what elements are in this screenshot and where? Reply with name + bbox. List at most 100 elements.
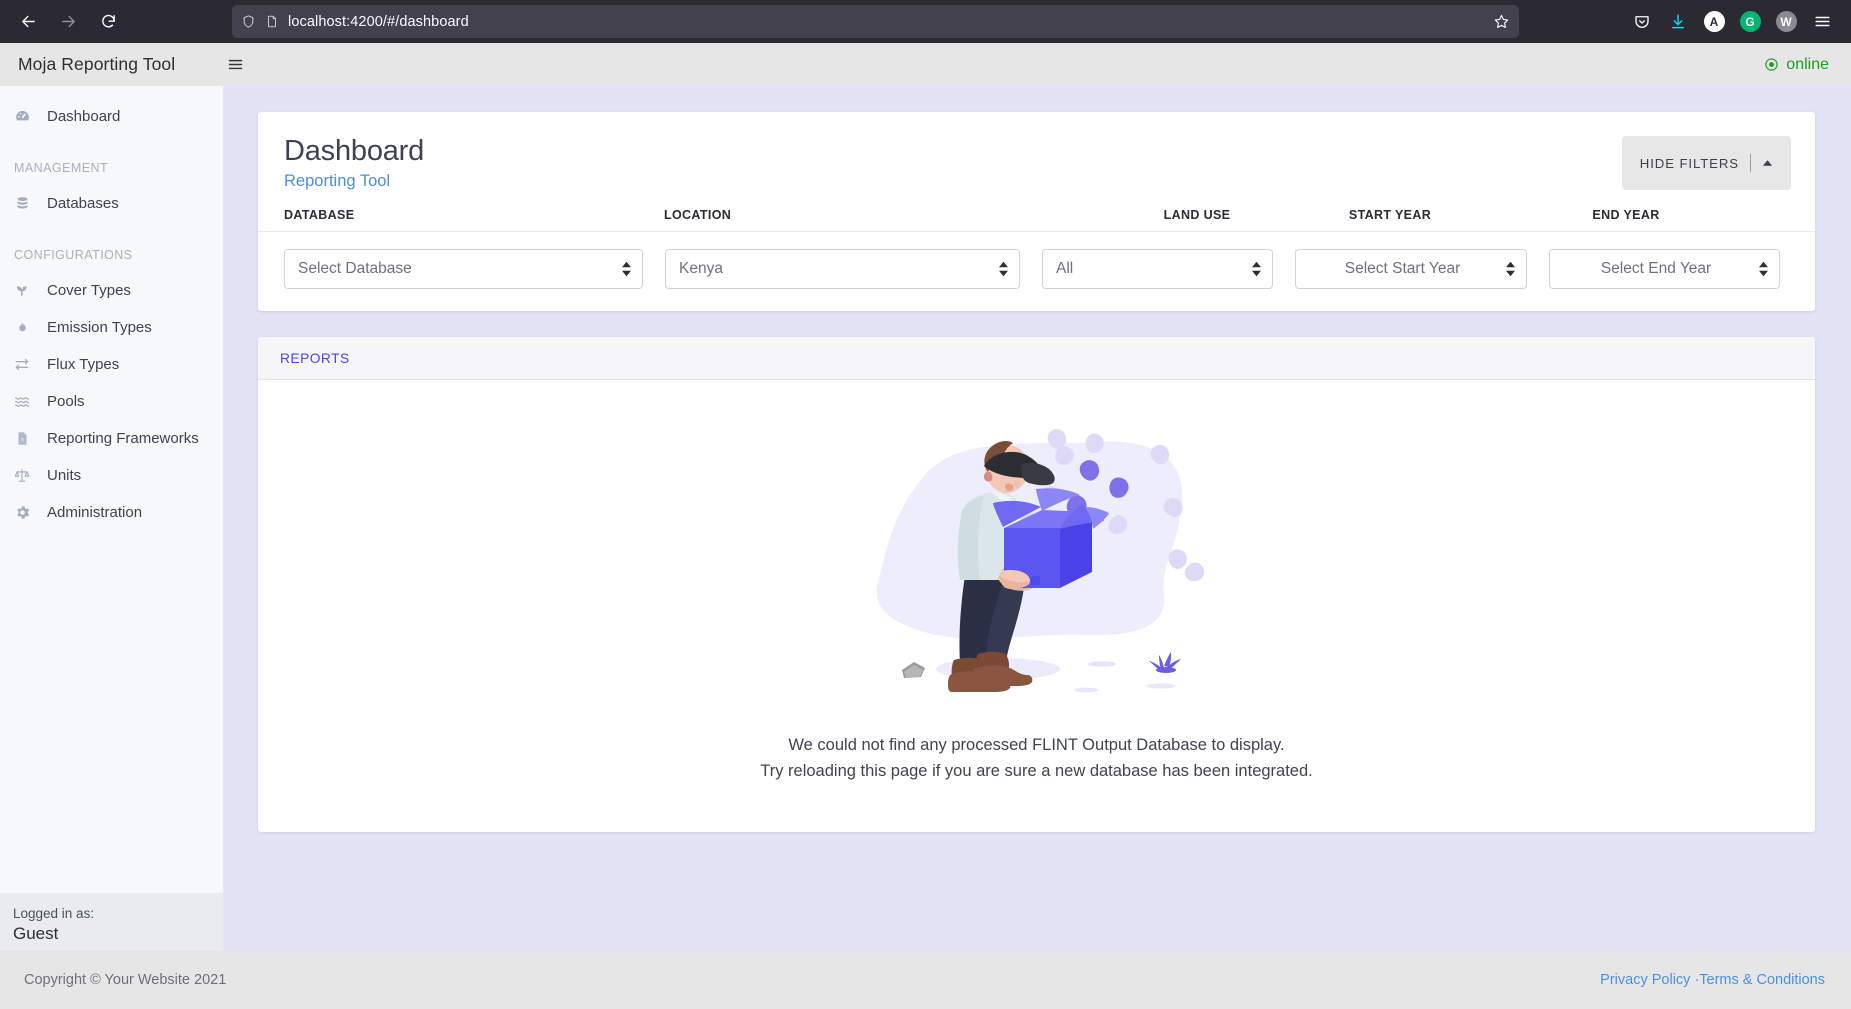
download-icon xyxy=(1669,13,1687,31)
page-footer: Copyright © Your Website 2021 Privacy Po… xyxy=(0,951,1851,1009)
sidebar-item-label: Cover Types xyxy=(47,282,131,299)
footer-link-separator: · xyxy=(1690,972,1700,988)
back-button[interactable] xyxy=(10,4,46,40)
sidebar-item-label: Pools xyxy=(47,393,85,410)
main-content: Dashboard Reporting Tool HIDE FILTERS DA… xyxy=(224,86,1851,951)
end-year-select-value: Select End Year xyxy=(1600,260,1712,278)
hamburger-menu-icon xyxy=(227,56,244,73)
sidebar-item-dashboard[interactable]: Dashboard xyxy=(0,98,223,135)
database-icon xyxy=(13,195,31,213)
sidebar-item-pools[interactable]: Pools xyxy=(0,383,223,420)
page-subtitle[interactable]: Reporting Tool xyxy=(284,172,424,192)
filter-label-location: LOCATION xyxy=(664,208,732,223)
forward-arrow-icon xyxy=(60,13,77,30)
flame-icon xyxy=(13,319,31,337)
location-select-value: Kenya xyxy=(679,260,723,278)
caret-up-icon xyxy=(1762,159,1773,167)
land-use-select[interactable]: All xyxy=(1042,249,1273,290)
person-holding-empty-box-illustration xyxy=(876,429,1204,693)
hide-filters-label: HIDE FILTERS xyxy=(1639,155,1739,171)
svg-text:x: x xyxy=(21,437,24,443)
extension-button-w[interactable]: W xyxy=(1769,5,1803,39)
privacy-policy-link[interactable]: Privacy Policy xyxy=(1600,972,1690,988)
reload-button[interactable] xyxy=(90,4,126,40)
circle-dot-icon xyxy=(1764,57,1779,72)
sidebar-section-management: MANAGEMENT xyxy=(14,161,109,175)
reload-icon xyxy=(100,13,117,30)
forward-button[interactable] xyxy=(50,4,86,40)
account-avatar-a: A xyxy=(1703,11,1725,32)
sidebar-item-cover-types[interactable]: Cover Types xyxy=(0,272,223,309)
extension-avatar-w: W xyxy=(1775,11,1797,32)
sidebar-item-administration[interactable]: Administration xyxy=(0,494,223,531)
sidebar-toggle-button[interactable] xyxy=(218,50,252,80)
logged-in-user: Guest xyxy=(13,924,59,944)
select-arrows-icon xyxy=(622,261,631,277)
sidebar-item-units[interactable]: Units xyxy=(0,457,223,494)
sidebar-section-configurations: CONFIGURATIONS xyxy=(14,248,133,262)
exchange-arrows-icon xyxy=(13,356,31,374)
hide-filters-button[interactable]: HIDE FILTERS xyxy=(1621,136,1791,190)
extension-button-g[interactable]: G xyxy=(1733,5,1767,39)
file-spreadsheet-icon: x xyxy=(13,430,31,448)
downloads-button[interactable] xyxy=(1661,5,1695,39)
browser-toolbar: localhost:4200/#/dashboard A G W xyxy=(0,0,1851,43)
sidebar-item-emission-types[interactable]: Emission Types xyxy=(0,309,223,346)
logged-in-label: Logged in as: xyxy=(13,906,95,921)
main-area: Dashboard Reporting Tool HIDE FILTERS DA… xyxy=(224,86,1851,951)
end-year-select[interactable]: Select End Year xyxy=(1549,249,1780,290)
sidebar-item-flux-types[interactable]: Flux Types xyxy=(0,346,223,383)
seedling-icon xyxy=(13,282,31,300)
status-badge: online xyxy=(1764,56,1851,74)
start-year-select[interactable]: Select Start Year xyxy=(1295,249,1527,290)
dashboard-header-card: Dashboard Reporting Tool HIDE FILTERS DA… xyxy=(258,112,1815,312)
filter-controls-row: Select Database Kenya All Select Start Y… xyxy=(258,232,1815,311)
sidebar-item-label: Emission Types xyxy=(47,319,152,336)
database-select[interactable]: Select Database xyxy=(284,249,643,290)
account-button[interactable]: A xyxy=(1697,5,1731,39)
water-layers-icon xyxy=(13,393,31,411)
back-arrow-icon xyxy=(20,13,37,30)
filter-label-start-year: START YEAR xyxy=(1348,208,1432,223)
page-title-block: Dashboard Reporting Tool xyxy=(284,134,424,192)
location-select[interactable]: Kenya xyxy=(665,249,1020,290)
empty-state-line-1: We could not find any processed FLINT Ou… xyxy=(788,736,1285,755)
app-brand[interactable]: Moja Reporting Tool xyxy=(0,54,224,75)
page-document-icon xyxy=(265,14,279,29)
star-icon[interactable] xyxy=(1493,13,1510,30)
urlbar-container: localhost:4200/#/dashboard xyxy=(130,5,1621,38)
app-root: Moja Reporting Tool online Dashboard MAN… xyxy=(0,43,1851,1009)
url-text[interactable]: localhost:4200/#/dashboard xyxy=(288,14,1484,30)
page-title: Dashboard xyxy=(284,135,425,167)
sidebar-nav: Dashboard MANAGEMENT Databases CONFIGURA… xyxy=(0,86,223,893)
address-bar[interactable]: localhost:4200/#/dashboard xyxy=(232,5,1519,38)
sidebar-item-reporting-frameworks[interactable]: x Reporting Frameworks xyxy=(0,420,223,457)
filter-label-end-year: END YEAR xyxy=(1592,208,1660,223)
sidebar-item-label: Units xyxy=(47,467,82,484)
sidebar-user-footer: Logged in as: Guest xyxy=(0,893,223,951)
select-arrows-icon xyxy=(1252,261,1261,277)
select-arrows-icon xyxy=(999,261,1008,277)
reports-card: REPORTS We could not find any processed … xyxy=(258,337,1815,833)
browser-toolbar-right: A G W xyxy=(1625,5,1841,39)
land-use-select-value: All xyxy=(1056,260,1074,278)
empty-state-line-2: Try reloading this page if you are sure … xyxy=(760,762,1313,781)
sidebar-item-label: Databases xyxy=(47,195,119,212)
divider xyxy=(1750,154,1751,172)
sidebar-item-label: Dashboard xyxy=(47,108,121,125)
shield-icon[interactable] xyxy=(241,14,256,29)
status-label: online xyxy=(1786,55,1829,73)
gear-icon xyxy=(13,504,31,522)
browser-menu-button[interactable] xyxy=(1805,5,1839,39)
pocket-button[interactable] xyxy=(1625,5,1659,39)
reports-section-title: REPORTS xyxy=(280,350,350,366)
extension-avatar-g: G xyxy=(1739,11,1761,32)
filter-label-database: DATABASE xyxy=(284,208,355,223)
terms-conditions-link[interactable]: Terms & Conditions xyxy=(1699,972,1825,988)
pocket-icon xyxy=(1633,13,1651,31)
sidebar-item-label: Flux Types xyxy=(47,356,120,373)
footer-links: Privacy Policy ·Terms & Conditions xyxy=(1600,972,1825,988)
sidebar-item-databases[interactable]: Databases xyxy=(0,185,223,222)
sidebar-item-label: Administration xyxy=(47,504,143,521)
balance-scale-icon xyxy=(13,467,31,485)
